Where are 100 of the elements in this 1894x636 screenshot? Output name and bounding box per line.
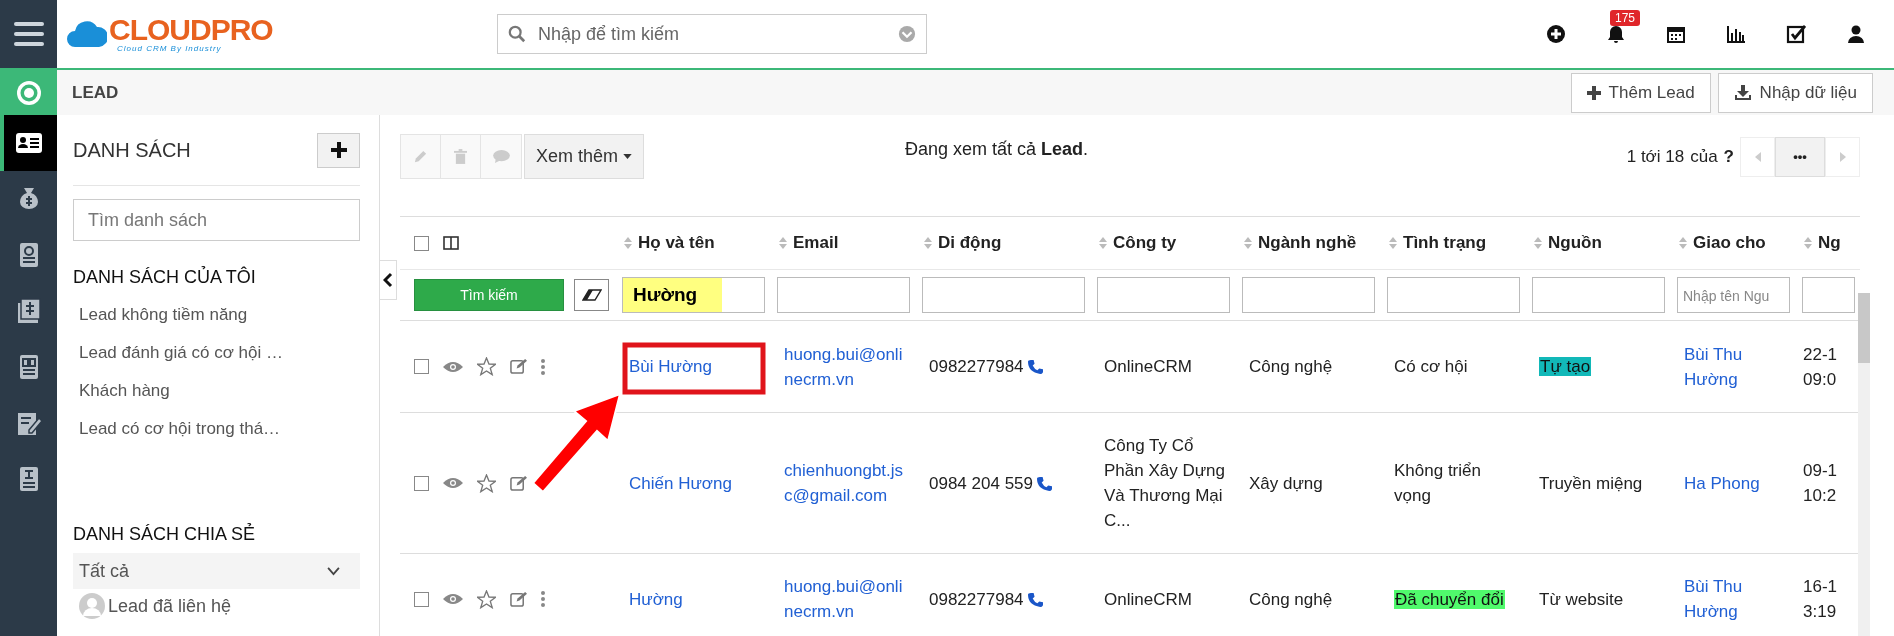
- sort-icon: [1679, 237, 1687, 249]
- eraser-icon: [581, 289, 602, 302]
- email-link[interactable]: huong.bui@onlinecrm.vn: [770, 341, 915, 392]
- filter-field[interactable]: [1097, 277, 1230, 313]
- column-header[interactable]: Ng: [1795, 233, 1860, 253]
- add-lead-button[interactable]: Thêm Lead: [1570, 72, 1711, 113]
- module-title: LEAD: [72, 82, 119, 103]
- table-cell: Truyền miệng: [1539, 473, 1643, 493]
- table-cell-text: OnlineCRM: [1103, 588, 1193, 611]
- list-item[interactable]: Lead không tiềm năng: [73, 296, 360, 334]
- more-pages-button[interactable]: •••: [1775, 136, 1825, 177]
- calendar-icon: [1666, 24, 1686, 44]
- section-heading: DANH SÁCH CỦA TÔI: [73, 267, 257, 288]
- lead-name-link[interactable]: Chiến Hương: [615, 470, 770, 496]
- star-icon[interactable]: [477, 473, 496, 493]
- collapse-button[interactable]: [380, 260, 397, 300]
- filter-field[interactable]: [1387, 277, 1520, 313]
- bar-chart-icon: [1726, 24, 1746, 44]
- user-icon: [1846, 24, 1866, 44]
- row-checkbox[interactable]: [414, 475, 429, 491]
- row-checkbox[interactable]: [414, 591, 429, 607]
- column-header[interactable]: Tình trạng: [1380, 233, 1525, 253]
- search-icon: [508, 25, 526, 43]
- list-item[interactable]: Lead đánh giá có cơ hội …: [73, 334, 360, 372]
- eye-icon[interactable]: [443, 477, 463, 489]
- plus-icon: [1586, 85, 1601, 100]
- email-link[interactable]: huong.bui@onlinecrm.vn: [770, 574, 915, 624]
- lead-name-link[interactable]: Hường: [615, 586, 770, 612]
- list-item[interactable]: Lead có cơ hội trong thá…: [73, 410, 360, 448]
- notification-badge: 175: [1610, 10, 1641, 26]
- assignee-link[interactable]: Bùi Thu Hường: [1670, 341, 1795, 392]
- column-header[interactable]: Họ và tên: [615, 233, 770, 253]
- menu-button[interactable]: [0, 0, 57, 68]
- chevron-left-icon: [1754, 151, 1761, 162]
- menu-icon: [13, 22, 44, 46]
- assignee-link[interactable]: Ha Phong: [1670, 470, 1795, 496]
- email-link[interactable]: chienhuongbt.jsc@gmail.com: [770, 458, 915, 508]
- shared-filter-dropdown[interactable]: Tất cả: [73, 553, 360, 589]
- edit-icon[interactable]: [510, 474, 527, 492]
- search-field[interactable]: Nhập để tìm kiếm: [497, 14, 927, 54]
- phone-icon[interactable]: [1037, 475, 1052, 491]
- column-header[interactable]: Email: [770, 233, 915, 253]
- column-header[interactable]: Công ty: [1090, 233, 1235, 253]
- sort-icon: [779, 237, 787, 249]
- column-header[interactable]: Di động: [915, 233, 1090, 253]
- phone-icon[interactable]: [1027, 359, 1043, 374]
- eye-icon[interactable]: [443, 593, 463, 605]
- pencil-icon: [413, 149, 428, 164]
- more-options-icon[interactable]: [541, 591, 545, 607]
- table-cell-text: 16-1 3:19: [1802, 576, 1839, 623]
- avatar-icon: [79, 593, 105, 619]
- scrollbar-thumb[interactable]: [1858, 293, 1870, 363]
- phone-icon[interactable]: [1027, 591, 1043, 607]
- speech-bubble-icon: [492, 150, 510, 163]
- target-icon[interactable]: [14, 78, 43, 107]
- eye-icon[interactable]: [443, 360, 463, 373]
- table-cell: Từ website: [1539, 589, 1624, 609]
- phone-number: 0982277984: [929, 356, 1024, 378]
- filter-field[interactable]: [922, 277, 1085, 313]
- clear-filter-button[interactable]: [574, 279, 609, 312]
- sort-icon: [924, 237, 932, 249]
- filter-field[interactable]: Nhập tên Ngu: [1677, 277, 1790, 313]
- columns-icon[interactable]: [443, 236, 459, 250]
- download-icon: [1733, 84, 1752, 101]
- page-of-label: của: [1690, 146, 1718, 167]
- table-cell-text: 22-1 09:0: [1802, 343, 1839, 391]
- sort-icon: [1534, 237, 1542, 249]
- import-button[interactable]: Nhập dữ liệu: [1717, 72, 1873, 113]
- column-header[interactable]: Nguồn: [1525, 233, 1670, 253]
- sort-icon: [1099, 237, 1107, 249]
- list-item[interactable]: Lead đã liên hệ: [108, 595, 232, 617]
- lead-name-link[interactable]: Bùi Hường: [615, 354, 770, 379]
- caret-down-icon: [623, 154, 633, 159]
- list-item[interactable]: Khách hàng: [73, 372, 360, 410]
- more-dropdown-button[interactable]: Xem thêm: [524, 134, 645, 179]
- select-all-checkbox[interactable]: [414, 235, 429, 251]
- add-list-button[interactable]: [317, 132, 360, 168]
- filter-field[interactable]: [1242, 277, 1375, 313]
- column-header[interactable]: Giao cho: [1670, 233, 1795, 253]
- edit-icon[interactable]: [510, 358, 527, 375]
- chevron-down-icon[interactable]: [898, 25, 916, 43]
- sort-icon: [1389, 237, 1397, 249]
- table-cell-text: Xây dựng: [1248, 472, 1324, 495]
- filter-field[interactable]: Hường: [622, 277, 765, 313]
- sidebar-item[interactable]: [0, 115, 57, 171]
- table-cell: Không triển vọng: [1394, 461, 1481, 505]
- column-header[interactable]: Ngành nghề: [1235, 233, 1380, 253]
- table-cell-text: Công Ty Cổ Phần Xây Dựng Và Thương Mại C...: [1103, 435, 1226, 532]
- assignee-link[interactable]: Bùi Thu Hường: [1670, 574, 1795, 624]
- chevron-left-icon: [383, 272, 393, 288]
- row-checkbox[interactable]: [414, 359, 429, 374]
- filter-field[interactable]: [1532, 277, 1665, 313]
- filter-field[interactable]: [1802, 277, 1855, 313]
- star-icon[interactable]: [477, 589, 496, 609]
- list-search-field[interactable]: Tìm danh sách: [73, 199, 360, 241]
- star-icon[interactable]: [477, 357, 496, 376]
- edit-icon[interactable]: [510, 590, 527, 608]
- more-options-icon[interactable]: [541, 358, 545, 375]
- table-cell-text: 09-1 10:2: [1802, 460, 1839, 507]
- filter-field[interactable]: [777, 277, 910, 313]
